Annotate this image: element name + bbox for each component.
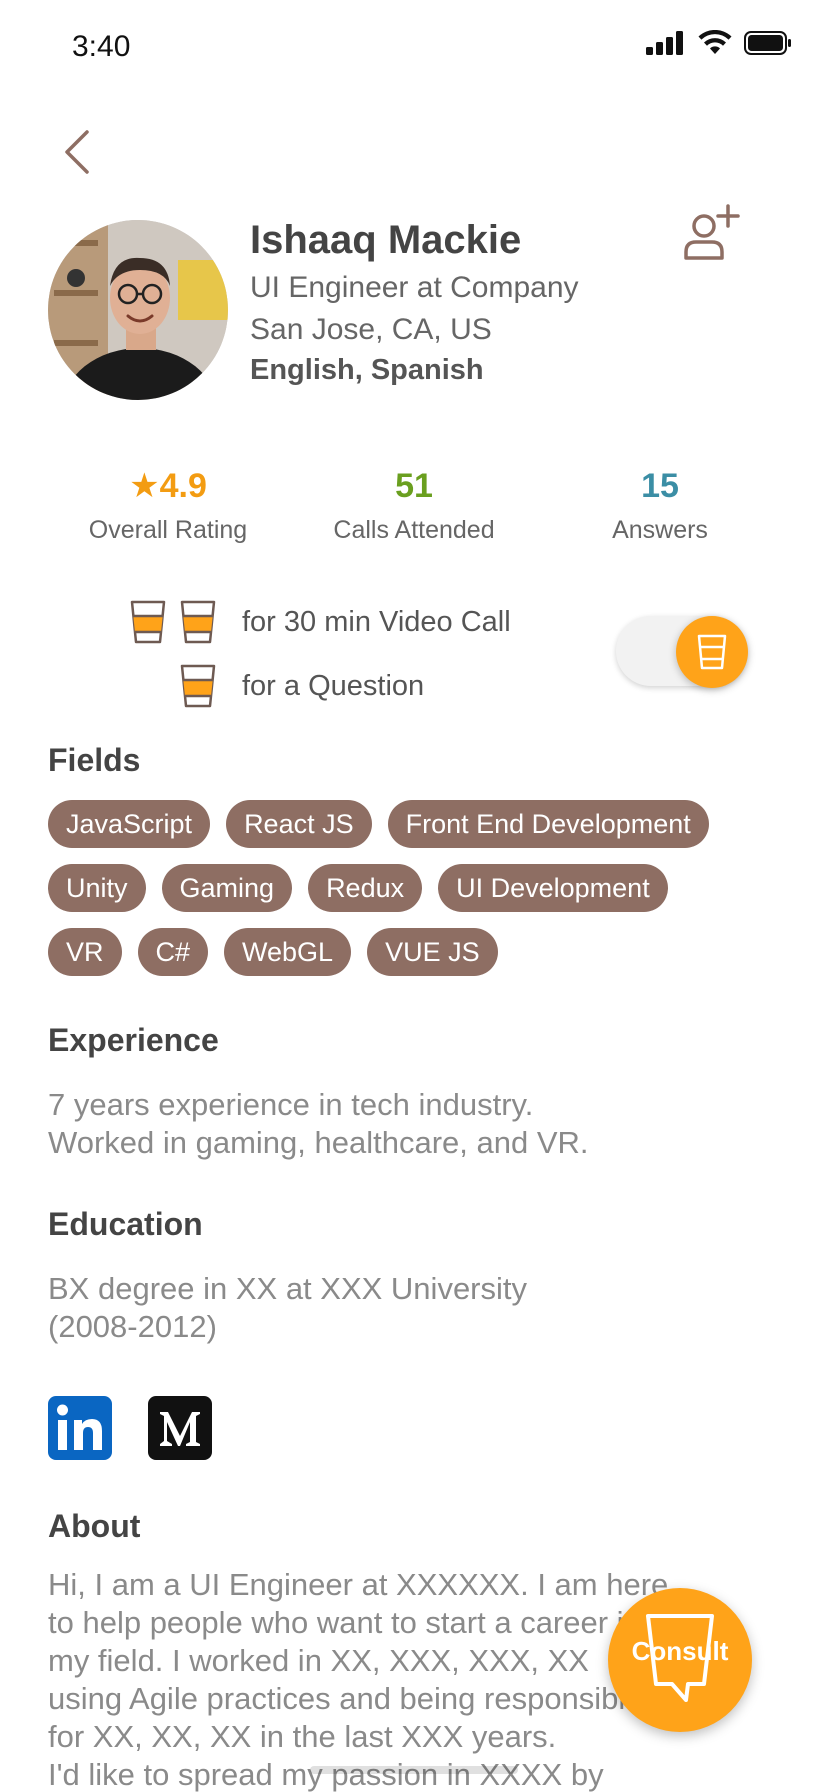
education-title: Education xyxy=(48,1206,203,1242)
stat-calls: 51 Calls Attended xyxy=(294,464,534,548)
pricing: for 30 min Video Call for a Question xyxy=(118,590,598,718)
stat-rating: ★4.9 Overall Rating xyxy=(48,464,288,548)
status-bar: 3:40 xyxy=(0,0,828,96)
social-links xyxy=(48,1396,212,1460)
status-icons xyxy=(646,30,792,56)
experience-text: 7 years experience in tech industry. Wor… xyxy=(48,1087,589,1160)
profile-languages: English, Spanish xyxy=(250,354,484,386)
stat-rating-value: 4.9 xyxy=(159,467,207,505)
profile-info: Ishaaq Mackie UI Engineer at Company San… xyxy=(250,214,690,390)
chip-unity[interactable]: Unity xyxy=(48,864,146,912)
about-title: About xyxy=(48,1508,141,1544)
stat-answers-label: Answers xyxy=(612,516,708,544)
star-icon: ★ xyxy=(129,467,160,505)
chevron-left-icon xyxy=(65,130,89,174)
education-text: BX degree in XX at XXX University (2008-… xyxy=(48,1271,528,1344)
cup-icon xyxy=(180,600,216,644)
status-time: 3:40 xyxy=(72,30,131,63)
consult-button[interactable]: Consult xyxy=(608,1588,752,1732)
price-question: for a Question xyxy=(118,654,598,718)
stat-calls-label: Calls Attended xyxy=(333,516,495,544)
cup-icon xyxy=(180,664,216,708)
chip-gaming[interactable]: Gaming xyxy=(161,864,293,912)
battery-icon xyxy=(744,31,791,55)
chip-react-js[interactable]: React JS xyxy=(226,800,372,848)
stat-answers: 15 Answers xyxy=(540,464,780,548)
chip-javascript[interactable]: JavaScript xyxy=(48,800,211,848)
back-button[interactable] xyxy=(52,128,100,176)
chip-vue-js[interactable]: VUE JS xyxy=(367,928,498,976)
toggle-knob[interactable] xyxy=(676,616,748,688)
fields-chips: JavaScript React JS Front End Developmen… xyxy=(48,800,778,992)
chip-csharp[interactable]: C# xyxy=(137,928,209,976)
add-user-icon xyxy=(684,204,740,260)
stat-rating-label: Overall Rating xyxy=(88,516,248,544)
consult-label: Consult xyxy=(631,1636,729,1666)
cup-toggle[interactable] xyxy=(616,616,748,688)
stats-row: ★4.9 Overall Rating 51 Calls Attended 15… xyxy=(48,464,780,554)
cup-outline-icon xyxy=(697,634,727,670)
stat-calls-value: 51 xyxy=(395,467,433,505)
add-contact-button[interactable] xyxy=(678,200,742,264)
chip-webgl[interactable]: WebGL xyxy=(224,928,352,976)
linkedin-icon[interactable] xyxy=(48,1396,112,1460)
stat-answers-value: 15 xyxy=(641,467,679,505)
wifi-icon xyxy=(698,30,732,54)
price-question-text: for a Question xyxy=(242,669,425,702)
cellular-signal-icon xyxy=(646,31,683,55)
chip-vr[interactable]: VR xyxy=(48,928,122,976)
profile-role: UI Engineer at Company xyxy=(250,271,579,304)
home-indicator xyxy=(310,1766,518,1774)
profile-photo xyxy=(48,220,228,400)
fields-title: Fields xyxy=(48,742,141,778)
avatar xyxy=(48,220,228,400)
profile-name: Ishaaq Mackie xyxy=(250,218,522,262)
chip-front-end-development[interactable]: Front End Development xyxy=(387,800,709,848)
price-video-call-text: for 30 min Video Call xyxy=(242,605,511,638)
price-video-call: for 30 min Video Call xyxy=(118,590,598,654)
chip-redux[interactable]: Redux xyxy=(308,864,423,912)
chip-ui-development[interactable]: UI Development xyxy=(438,864,668,912)
medium-icon[interactable] xyxy=(148,1396,212,1460)
experience-title: Experience xyxy=(48,1022,219,1058)
cup-icon xyxy=(130,600,166,644)
profile-location: San Jose, CA, US xyxy=(250,313,492,346)
